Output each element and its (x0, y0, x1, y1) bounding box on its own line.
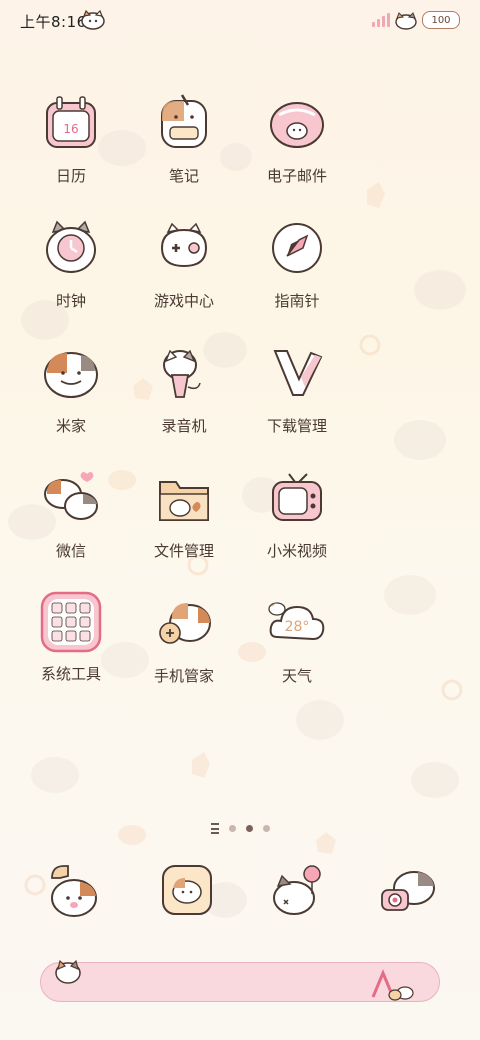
app-calendar[interactable]: 16 日历 (15, 85, 127, 186)
app-label: 录音机 (161, 417, 207, 435)
battery-level: 100 (431, 14, 451, 26)
app-weather[interactable]: 28° 天气 (241, 585, 353, 686)
app-email[interactable]: 电子邮件 (241, 85, 353, 186)
phone-icon (51, 865, 97, 917)
app-label: 时钟 (55, 292, 86, 310)
gamepad-icon (154, 218, 214, 278)
app-label: 系统工具 (40, 665, 101, 683)
page-indicator[interactable] (0, 823, 480, 834)
dock (0, 860, 480, 930)
app-download-manager[interactable]: 下载管理 (241, 335, 353, 436)
wifi-cat-icon (395, 12, 417, 30)
app-mi-video[interactable]: 小米视频 (241, 460, 353, 561)
messages-icon (162, 865, 212, 915)
app-wechat[interactable]: 微信 (15, 460, 127, 561)
status-bar: 上午8:16 100 (0, 0, 480, 40)
page-dot-active[interactable] (245, 825, 253, 832)
app-label: 天气 (281, 667, 312, 685)
dock-messages[interactable] (157, 860, 217, 920)
app-label: 文件管理 (153, 542, 214, 560)
app-notes[interactable]: 笔记 (128, 85, 240, 186)
app-label: 小米视频 (266, 542, 327, 560)
app-label: 微信 (55, 542, 86, 560)
app-label: 米家 (55, 417, 86, 435)
battery-indicator: 100 (422, 11, 460, 29)
status-cat-icon (81, 9, 105, 30)
app-label: 电子邮件 (266, 167, 327, 185)
folder-system-tools[interactable]: 系统工具 (15, 585, 127, 684)
app-label: 日历 (55, 167, 86, 185)
app-label: 游戏中心 (153, 292, 214, 310)
dock-phone[interactable] (42, 860, 102, 920)
page-dot[interactable] (262, 825, 270, 832)
app-mijia[interactable]: 米家 (15, 335, 127, 436)
weather-temperature: 28° (285, 619, 310, 635)
compass-icon (267, 218, 327, 278)
search-bar[interactable] (40, 959, 440, 1002)
app-label: 手机管家 (153, 667, 214, 685)
security-icon (154, 593, 214, 653)
calendar-date-badge: 16 (63, 122, 78, 136)
app-clock[interactable]: 时钟 (15, 210, 127, 311)
weather-icon: 28° (267, 593, 327, 653)
wechat-icon (41, 468, 101, 528)
search-cat-icon (55, 959, 81, 984)
assistant-icon[interactable] (367, 969, 417, 1001)
dock-camera[interactable] (378, 860, 438, 920)
status-time: 上午8:16 (20, 13, 87, 31)
app-file-manager[interactable]: 文件管理 (128, 460, 240, 561)
signal-icon (372, 13, 390, 27)
status-indicators: 100 (372, 10, 460, 30)
page-dot[interactable] (228, 825, 236, 832)
app-compass[interactable]: 指南针 (241, 210, 353, 311)
app-game-center[interactable]: 游戏中心 (128, 210, 240, 311)
app-security[interactable]: 手机管家 (128, 585, 240, 686)
browser-icon (273, 865, 321, 915)
tv-icon (267, 468, 327, 528)
calendar-icon: 16 (41, 93, 101, 153)
email-icon (267, 93, 327, 153)
dock-browser[interactable] (268, 860, 328, 920)
notes-icon (154, 93, 214, 153)
app-recorder[interactable]: 录音机 (128, 335, 240, 436)
mijia-icon (41, 343, 101, 403)
clock-icon (41, 218, 101, 278)
camera-icon (381, 871, 435, 911)
app-label: 指南针 (274, 292, 320, 310)
folder-icon (154, 468, 214, 528)
app-drawer-indicator-icon[interactable] (210, 823, 219, 834)
system-tools-folder-icon (38, 589, 104, 655)
recorder-icon (154, 343, 214, 403)
download-icon (267, 343, 327, 403)
app-label: 下载管理 (266, 417, 327, 435)
app-label: 笔记 (168, 167, 199, 185)
